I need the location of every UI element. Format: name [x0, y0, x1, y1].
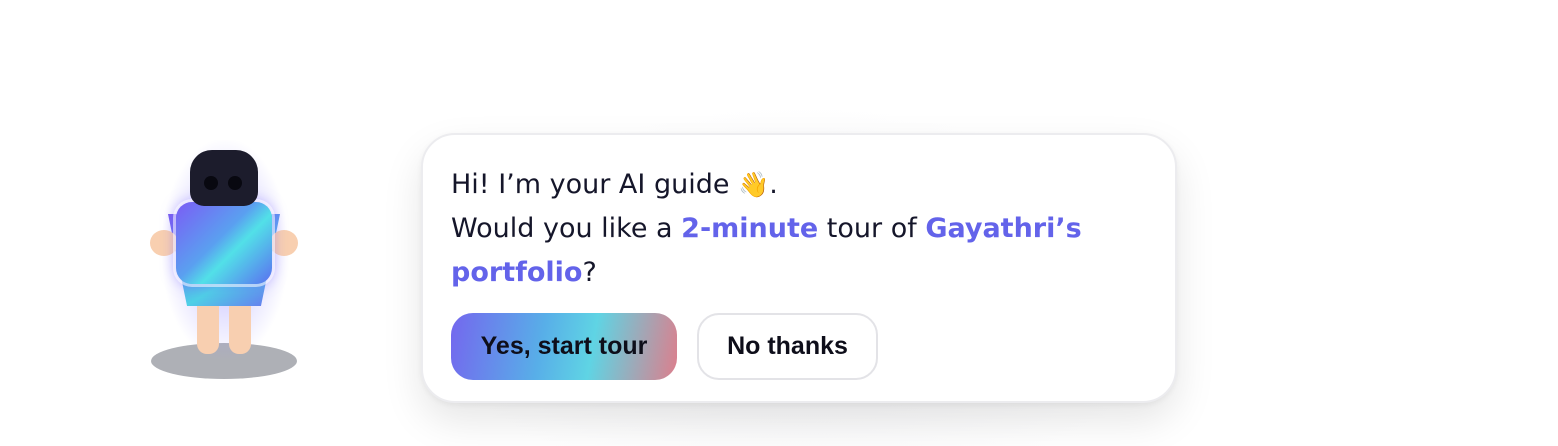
tour-duration: 2-minute [681, 213, 819, 244]
waving-hand-icon: 👋 [738, 170, 770, 199]
question-suffix: ? [582, 257, 597, 288]
tour-invite-message: Hi! I’m your AI guide 👋. Would you like a… [451, 163, 1101, 295]
tour-invite-dialog: Hi! I’m your AI guide 👋. Would you like a… [421, 133, 1177, 403]
avatar-right-eye [228, 176, 242, 190]
avatar-right-arm [270, 230, 298, 256]
tour-prompt-stage: Hi! I’m your AI guide 👋. Would you like a… [0, 0, 1558, 446]
decline-tour-button[interactable]: No thanks [697, 313, 878, 380]
avatar-screen [176, 202, 272, 284]
dialog-actions: Yes, start tour No thanks [451, 313, 878, 380]
avatar-head [190, 150, 258, 206]
avatar-left-arm [150, 230, 178, 256]
question-prefix: Would you like a [451, 213, 682, 244]
question-middle: tour of [818, 213, 926, 244]
start-tour-button[interactable]: Yes, start tour [451, 313, 677, 380]
avatar-left-eye [204, 176, 218, 190]
ai-guide-avatar-icon [140, 140, 310, 390]
greeting-prefix: Hi! I’m your AI guide [451, 169, 739, 200]
greeting-suffix: . [769, 169, 778, 200]
